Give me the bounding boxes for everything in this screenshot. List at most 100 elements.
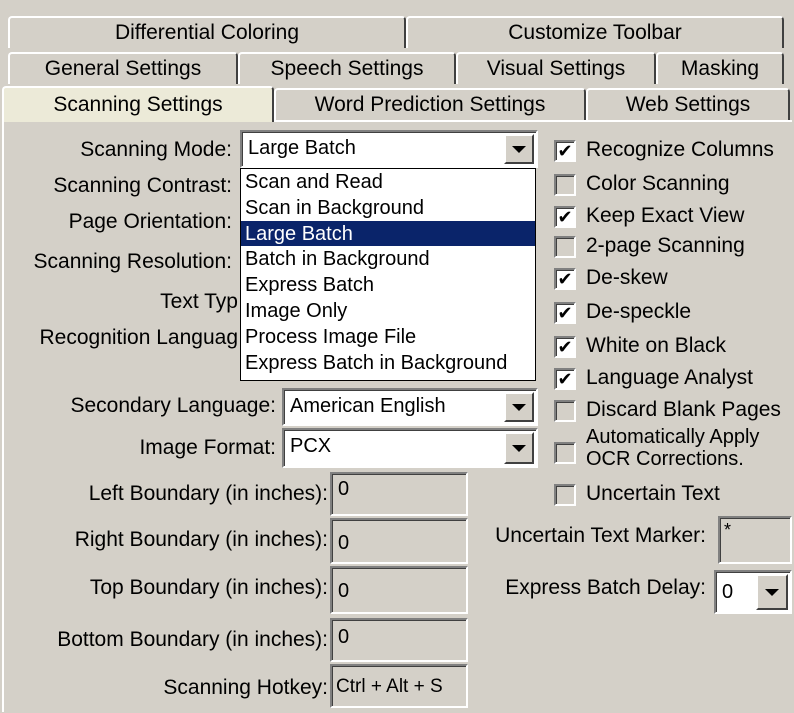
image-format-dropdown-button[interactable] xyxy=(504,432,534,464)
check-icon: ✔ xyxy=(557,303,573,323)
language-analyst-checkbox[interactable]: ✔ xyxy=(554,368,576,390)
scanning-mode-value: Large Batch xyxy=(248,137,356,159)
discard-blank-pages-checkbox[interactable] xyxy=(554,400,576,422)
secondary-language-select[interactable]: American English xyxy=(282,388,538,426)
option-express-batch[interactable]: Express Batch xyxy=(241,272,535,298)
scanning-hotkey-label: Scanning Hotkey: xyxy=(163,676,328,699)
keep-exact-view-checkbox[interactable]: ✔ xyxy=(554,206,576,228)
tab-label: General Settings xyxy=(44,57,202,80)
scanning-mode-dropdown-button[interactable] xyxy=(504,134,534,164)
option-batch-in-background[interactable]: Batch in Background xyxy=(241,246,535,272)
discard-blank-pages-label: Discard Blank Pages xyxy=(586,398,781,421)
tab-scanning-settings[interactable]: Scanning Settings xyxy=(2,86,274,122)
two-page-scanning-checkbox[interactable] xyxy=(554,236,576,258)
two-page-scanning-label: 2-page Scanning xyxy=(586,234,745,257)
check-icon: ✔ xyxy=(557,207,573,227)
top-boundary-label: Top Boundary (in inches): xyxy=(89,576,328,599)
chevron-down-icon xyxy=(512,145,526,153)
de-skew-label: De-skew xyxy=(586,266,668,289)
image-format-label: Image Format: xyxy=(139,436,276,459)
tab-differential-coloring[interactable]: Differential Coloring xyxy=(8,16,406,48)
check-icon: ✔ xyxy=(557,369,573,389)
uncertain-text-marker-label: Uncertain Text Marker: xyxy=(495,524,706,547)
uncertain-text-marker-input[interactable]: * xyxy=(718,516,792,564)
tab-label: Masking xyxy=(680,57,760,80)
text-type-label: Text Typ xyxy=(160,290,238,313)
color-scanning-label: Color Scanning xyxy=(586,172,730,195)
option-process-image-file[interactable]: Process Image File xyxy=(241,324,535,350)
top-boundary-value: 0 xyxy=(338,580,350,602)
tab-label: Scanning Settings xyxy=(53,93,223,116)
image-format-value: PCX xyxy=(290,435,332,457)
tab-label: Differential Coloring xyxy=(114,21,300,44)
left-boundary-value: 0 xyxy=(338,478,350,500)
auto-apply-ocr-corrections-label: Automatically Apply OCR Corrections. xyxy=(586,426,759,470)
chevron-down-icon xyxy=(765,588,779,596)
uncertain-text-label: Uncertain Text xyxy=(586,482,720,505)
bottom-boundary-label: Bottom Boundary (in inches): xyxy=(57,628,328,651)
scanning-mode-label: Scanning Mode: xyxy=(80,138,232,161)
tab-visual-settings[interactable]: Visual Settings xyxy=(456,52,656,84)
right-boundary-value: 0 xyxy=(338,532,350,554)
option-scan-and-read[interactable]: Scan and Read xyxy=(241,169,535,195)
auto-apply-line2: OCR Corrections. xyxy=(586,448,744,470)
tab-speech-settings[interactable]: Speech Settings xyxy=(238,52,456,84)
secondary-language-label: Secondary Language: xyxy=(70,394,277,417)
scanning-hotkey-value: Ctrl + Alt + S xyxy=(336,676,443,697)
secondary-language-value: American English xyxy=(290,395,446,417)
uncertain-text-checkbox[interactable] xyxy=(554,484,576,506)
white-on-black-checkbox[interactable]: ✔ xyxy=(554,336,576,358)
auto-apply-line1: Automatically Apply xyxy=(586,426,760,448)
check-icon: ✔ xyxy=(557,141,573,161)
de-speckle-label: De-speckle xyxy=(586,300,692,323)
scanning-contrast-label: Scanning Contrast: xyxy=(53,174,232,197)
bottom-boundary-input[interactable]: 0 xyxy=(330,618,468,662)
option-scan-in-background[interactable]: Scan in Background xyxy=(241,195,535,221)
language-analyst-label: Language Analyst xyxy=(586,366,753,389)
chevron-down-icon xyxy=(512,444,526,452)
top-boundary-input[interactable]: 0 xyxy=(330,566,468,614)
secondary-language-dropdown-button[interactable] xyxy=(504,392,534,422)
option-image-only[interactable]: Image Only xyxy=(241,298,535,324)
tab-word-prediction-settings[interactable]: Word Prediction Settings xyxy=(274,88,586,120)
white-on-black-label: White on Black xyxy=(586,334,727,357)
tab-label: Visual Settings xyxy=(486,57,626,80)
scanning-mode-options-list: Scan and Read Scan in Background Large B… xyxy=(240,168,536,381)
left-boundary-input[interactable]: 0 xyxy=(330,472,468,516)
express-batch-delay-select[interactable]: 0 xyxy=(714,570,792,614)
image-format-select[interactable]: PCX xyxy=(282,428,538,468)
tab-general-settings[interactable]: General Settings xyxy=(8,52,238,84)
right-boundary-input[interactable]: 0 xyxy=(330,518,468,564)
left-boundary-label: Left Boundary (in inches): xyxy=(88,482,328,505)
tab-customize-toolbar[interactable]: Customize Toolbar xyxy=(406,16,784,48)
check-icon: ✔ xyxy=(557,337,573,357)
auto-apply-ocr-corrections-checkbox[interactable] xyxy=(554,442,576,464)
scanning-hotkey-input[interactable]: Ctrl + Alt + S xyxy=(330,664,468,708)
option-express-batch-in-background[interactable]: Express Batch in Background xyxy=(241,350,535,376)
express-batch-delay-dropdown-button[interactable] xyxy=(756,574,788,610)
keep-exact-view-label: Keep Exact View xyxy=(586,204,745,227)
tab-label: Customize Toolbar xyxy=(508,21,682,44)
recognize-columns-label: Recognize Columns xyxy=(586,138,774,161)
page-orientation-label: Page Orientation: xyxy=(68,210,232,233)
tab-label: Web Settings xyxy=(625,93,751,116)
color-scanning-checkbox[interactable] xyxy=(554,174,576,196)
tab-web-settings[interactable]: Web Settings xyxy=(586,88,790,120)
tab-label: Speech Settings xyxy=(270,57,424,80)
recognize-columns-checkbox[interactable]: ✔ xyxy=(554,140,576,162)
option-large-batch[interactable]: Large Batch xyxy=(241,220,535,247)
de-skew-checkbox[interactable]: ✔ xyxy=(554,268,576,290)
scanning-mode-select[interactable]: Large Batch xyxy=(240,130,538,168)
tab-label: Word Prediction Settings xyxy=(314,93,546,116)
bottom-boundary-value: 0 xyxy=(338,626,350,648)
scanning-resolution-label: Scanning Resolution: xyxy=(33,250,232,273)
tab-masking[interactable]: Masking xyxy=(656,52,784,84)
express-batch-delay-value: 0 xyxy=(722,581,734,603)
de-speckle-checkbox[interactable]: ✔ xyxy=(554,302,576,324)
chevron-down-icon xyxy=(512,403,526,411)
recognition-language-label: Recognition Languag xyxy=(39,326,239,349)
right-boundary-label: Right Boundary (in inches): xyxy=(74,528,328,551)
express-batch-delay-label: Express Batch Delay: xyxy=(505,576,706,599)
uncertain-text-marker-value: * xyxy=(724,520,732,540)
check-icon: ✔ xyxy=(557,269,573,289)
